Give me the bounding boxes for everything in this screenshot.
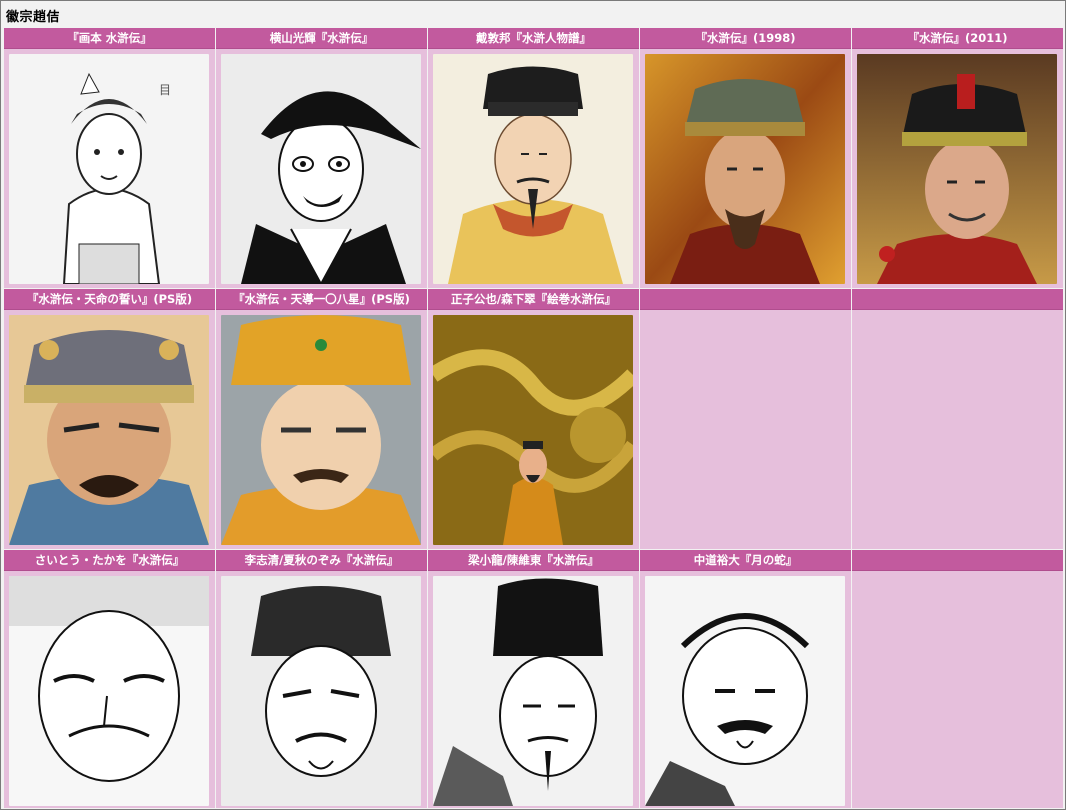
portrait-caption: 『水滸伝・天導一〇八星』(PS版): [216, 289, 427, 310]
portrait-image[interactable]: [221, 576, 421, 806]
manga-portrait-illustration: [433, 576, 633, 806]
empty-cell: [852, 289, 1063, 549]
portrait-cell: 『画本 水滸伝』 目: [4, 28, 215, 288]
portrait-image[interactable]: [221, 54, 421, 284]
manga-portrait-illustration: [221, 54, 421, 284]
portrait-image[interactable]: [433, 576, 633, 806]
page-title: 徽宗趙佶: [6, 10, 61, 25]
portrait-caption: 『画本 水滸伝』: [4, 28, 215, 49]
portrait-image[interactable]: [9, 576, 209, 806]
portrait-caption: 横山光輝『水滸伝』: [216, 28, 427, 49]
page-frame: 徽宗趙佶 『画本 水滸伝』 目 横山光輝『水滸伝』 戴敦邦『水滸人物譜』 『水滸…: [0, 0, 1066, 810]
portrait-caption: 『水滸伝・天命の誓い』(PS版): [4, 289, 215, 310]
watercolor-portrait-illustration: [433, 54, 633, 284]
portrait-cell: 中道裕大『月の蛇』: [640, 550, 851, 808]
portrait-grid: 『画本 水滸伝』 目 横山光輝『水滸伝』 戴敦邦『水滸人物譜』 『水滸伝』(19…: [4, 28, 1064, 808]
empty-cell: [640, 289, 851, 549]
portrait-caption: 正子公也/森下翠『絵巻水滸伝』: [428, 289, 639, 310]
portrait-image[interactable]: [433, 54, 633, 284]
photo-portrait-image: [645, 54, 845, 284]
portrait-caption: 梁小龍/陳維東『水滸伝』: [428, 550, 639, 571]
manga-portrait-illustration: [645, 576, 845, 806]
portrait-caption: 戴敦邦『水滸人物譜』: [428, 28, 639, 49]
portrait-cell: 正子公也/森下翠『絵巻水滸伝』: [428, 289, 639, 549]
manga-portrait-illustration: [221, 576, 421, 806]
portrait-caption: 中道裕大『月の蛇』: [640, 550, 851, 571]
photo-portrait-image: [857, 54, 1057, 284]
portrait-cell: 『水滸伝』(2011): [852, 28, 1063, 288]
portrait-caption: 『水滸伝』(2011): [852, 28, 1063, 49]
portrait-caption: [640, 289, 851, 310]
svg-text:目: 目: [159, 83, 171, 97]
portrait-image[interactable]: [857, 54, 1057, 284]
portrait-caption: [852, 550, 1063, 571]
portrait-image[interactable]: [433, 315, 633, 545]
dragon-illustration: [433, 315, 633, 545]
portrait-caption: 李志清/夏秋のぞみ『水滸伝』: [216, 550, 427, 571]
portrait-cell: さいとう・たかを『水滸伝』: [4, 550, 215, 808]
portrait-cell: 『水滸伝・天命の誓い』(PS版): [4, 289, 215, 549]
portrait-cell: 『水滸伝・天導一〇八星』(PS版): [216, 289, 427, 549]
portrait-image[interactable]: 目: [9, 54, 209, 284]
portrait-image[interactable]: [9, 315, 209, 545]
portrait-cell: 李志清/夏秋のぞみ『水滸伝』: [216, 550, 427, 808]
portrait-cell: 戴敦邦『水滸人物譜』: [428, 28, 639, 288]
portrait-caption: さいとう・たかを『水滸伝』: [4, 550, 215, 571]
portrait-cell: 梁小龍/陳維東『水滸伝』: [428, 550, 639, 808]
portrait-cell: 横山光輝『水滸伝』: [216, 28, 427, 288]
portrait-image[interactable]: [221, 315, 421, 545]
game-portrait-image: [221, 315, 421, 545]
portrait-cell: 『水滸伝』(1998): [640, 28, 851, 288]
manga-portrait-illustration: [9, 576, 209, 806]
portrait-image[interactable]: [645, 576, 845, 806]
game-portrait-image: [9, 315, 209, 545]
portrait-image[interactable]: [645, 54, 845, 284]
portrait-caption: [852, 289, 1063, 310]
ink-portrait-illustration: 目: [9, 54, 209, 284]
portrait-caption: 『水滸伝』(1998): [640, 28, 851, 49]
empty-cell: [852, 550, 1063, 808]
